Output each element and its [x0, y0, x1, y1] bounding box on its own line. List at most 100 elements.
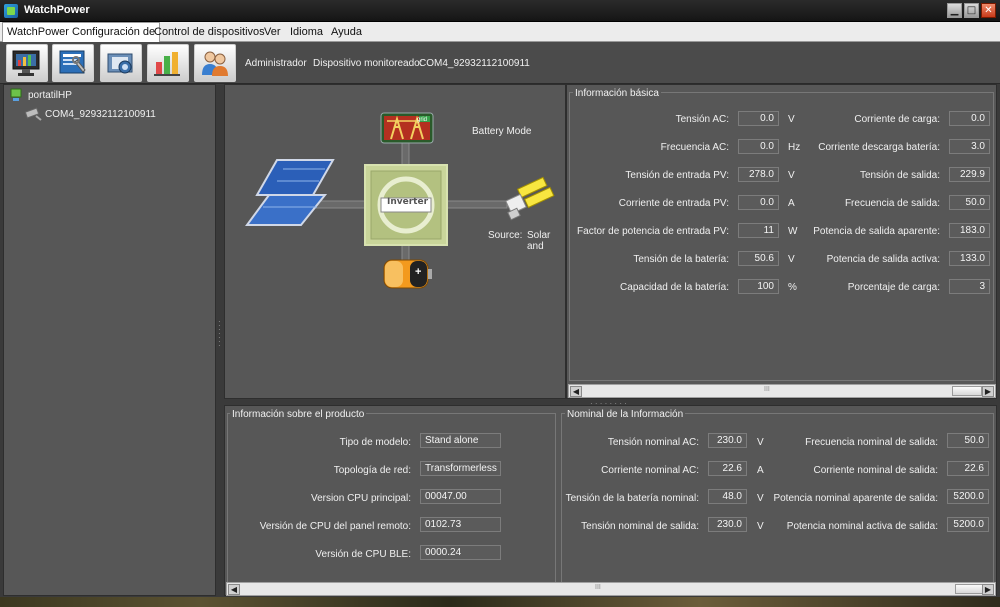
battery-voltage-unit: V	[788, 254, 795, 265]
basic-info-panel: Información básica Tensión AC: 0.0 V Fre…	[566, 84, 997, 399]
pv-voltage-value: 278.0	[738, 167, 779, 182]
nominal-ac-voltage-unit: V	[757, 437, 764, 448]
nominal-ac-voltage-label: Tensión nominal AC:	[607, 437, 699, 448]
battery-capacity-unit: %	[788, 282, 797, 293]
bottom-panel: Información sobre el producto Tipo de mo…	[224, 405, 997, 596]
maximize-button[interactable]: □	[964, 3, 979, 18]
output-frequency-value: 50.0	[949, 195, 990, 210]
data-chart-icon	[154, 52, 180, 76]
settings-icon	[59, 50, 86, 74]
title-bar: WatchPower ▁ □ ✕	[0, 0, 1000, 22]
apparent-power-value: 183.0	[949, 223, 990, 238]
monitor-button[interactable]	[6, 44, 48, 82]
data-chart-button[interactable]	[147, 44, 189, 82]
users-icon	[202, 51, 228, 76]
load-percent-label: Porcentaje de carga:	[847, 282, 940, 293]
bottom-scroll-thumb[interactable]	[955, 584, 983, 594]
nominal-output-current-value: 22.6	[947, 461, 989, 476]
basic-info-hscrollbar[interactable]: ◀ III ▶	[568, 384, 996, 398]
bottom-hscrollbar[interactable]: ◀ III ▶	[226, 582, 996, 596]
settings-button[interactable]	[52, 44, 94, 82]
ac-voltage-value: 0.0	[738, 111, 779, 126]
apparent-power-label: Potencia de salida aparente:	[813, 226, 940, 237]
remote-panel-cpu-label: Versión de CPU del panel remoto:	[259, 521, 411, 532]
solar-panel-icon	[245, 159, 335, 226]
nominal-output-voltage-label: Tensión nominal de salida:	[581, 521, 699, 532]
ac-frequency-value: 0.0	[738, 139, 779, 154]
ac-voltage-unit: V	[788, 114, 795, 125]
nominal-ac-current-unit: A	[757, 465, 764, 476]
pv-voltage-unit: V	[788, 170, 795, 181]
minimize-button[interactable]: ▁	[947, 3, 962, 18]
menu-bar: WatchPower Configuración de Control de d…	[0, 22, 1000, 42]
scroll-grip: III	[764, 386, 770, 393]
output-frequency-label: Frecuencia de salida:	[844, 198, 940, 209]
nominal-ac-current-label: Corriente nominal AC:	[601, 465, 699, 476]
user-label: Administrador	[245, 58, 307, 69]
scroll-left-arrow[interactable]: ◀	[570, 386, 582, 397]
device-value: COM4_92932112100911	[419, 58, 530, 69]
ac-voltage-label: Tensión AC:	[675, 114, 729, 125]
tree-device[interactable]: COM4_92932112100911	[45, 109, 156, 120]
vertical-splitter[interactable]: · · · · · · ·	[218, 318, 221, 350]
system-diagram-panel: Inverter grid + Battery Mode Source: Sol…	[224, 84, 566, 399]
battery-icon	[383, 259, 432, 289]
camera-button[interactable]	[100, 44, 142, 82]
nominal-output-voltage-value: 230.0	[708, 517, 747, 532]
source-label: Source:	[488, 230, 523, 241]
menu-configuracion[interactable]: WatchPower Configuración de	[2, 22, 161, 42]
bottom-scroll-right-arrow[interactable]: ▶	[982, 584, 994, 595]
nominal-ac-current-value: 22.6	[708, 461, 747, 476]
nominal-active-power-value: 5200.0	[947, 517, 989, 532]
light-bulb-icon	[505, 176, 555, 221]
nominal-apparent-power-label: Potencia nominal aparente de salida:	[773, 493, 938, 504]
charge-current-label: Corriente de carga:	[854, 114, 940, 125]
grid-label: grid	[417, 117, 428, 123]
network-topology-value: Transformerless	[420, 461, 501, 476]
toolbar: Administrador Dispositivo monitoreado: C…	[0, 42, 1000, 84]
menu-ver[interactable]: Ver	[260, 22, 285, 42]
model-type-label: Tipo de modelo:	[339, 437, 411, 448]
remote-panel-cpu-value: 0102.73	[420, 517, 501, 532]
ac-frequency-label: Frecuencia AC:	[660, 142, 729, 153]
nominal-active-power-label: Potencia nominal activa de salida:	[786, 521, 938, 532]
battery-capacity-label: Capacidad de la batería:	[620, 282, 729, 293]
port-connection-icon	[24, 107, 42, 121]
nominal-apparent-power-value: 5200.0	[947, 489, 989, 504]
charge-current-value: 0.0	[949, 111, 990, 126]
load-percent-value: 3	[949, 279, 990, 294]
window-title: WatchPower	[24, 4, 90, 16]
menu-control-dispositivos[interactable]: Control de dispositivos	[150, 22, 269, 42]
bottom-scroll-grip: III	[595, 584, 601, 591]
active-power-label: Potencia de salida activa:	[826, 254, 940, 265]
nominal-output-frequency-value: 50.0	[947, 433, 989, 448]
pv-voltage-label: Tensión de entrada PV:	[625, 170, 729, 181]
output-voltage-label: Tensión de salida:	[859, 170, 940, 181]
ble-cpu-value: 0000.24	[420, 545, 501, 560]
scroll-right-arrow[interactable]: ▶	[982, 386, 994, 397]
scroll-thumb[interactable]	[952, 386, 982, 396]
nominal-output-frequency-label: Frecuencia nominal de salida:	[805, 437, 938, 448]
discharge-current-label: Corriente descarga batería:	[818, 142, 940, 153]
users-button[interactable]	[194, 44, 236, 82]
ble-cpu-label: Versión de CPU BLE:	[315, 549, 411, 560]
device-label: Dispositivo monitoreado:	[313, 58, 423, 69]
menu-ayuda[interactable]: Ayuda	[327, 22, 366, 42]
bottom-scroll-left-arrow[interactable]: ◀	[228, 584, 240, 595]
nominal-output-current-label: Corriente nominal de salida:	[813, 465, 938, 476]
pv-power-factor-value: 11	[738, 223, 779, 238]
tree-root[interactable]: portatilHP	[28, 90, 72, 101]
nominal-battery-voltage-unit: V	[757, 493, 764, 504]
mode-label: Battery Mode	[472, 126, 532, 137]
model-type-value: Stand alone	[420, 433, 501, 448]
main-cpu-label: Version CPU principal:	[310, 493, 411, 504]
source-value: Solar and	[527, 230, 551, 252]
pv-power-factor-label: Factor de potencia de entrada PV:	[577, 226, 729, 237]
close-button[interactable]: ✕	[981, 3, 996, 18]
pv-current-value: 0.0	[738, 195, 779, 210]
nominal-ac-voltage-value: 230.0	[708, 433, 747, 448]
product-info-title: Información sobre el producto	[230, 409, 367, 420]
menu-idioma[interactable]: Idioma	[286, 22, 327, 42]
nominal-battery-voltage-label: Tensión de la batería nominal:	[565, 493, 699, 504]
app-icon	[4, 4, 18, 18]
